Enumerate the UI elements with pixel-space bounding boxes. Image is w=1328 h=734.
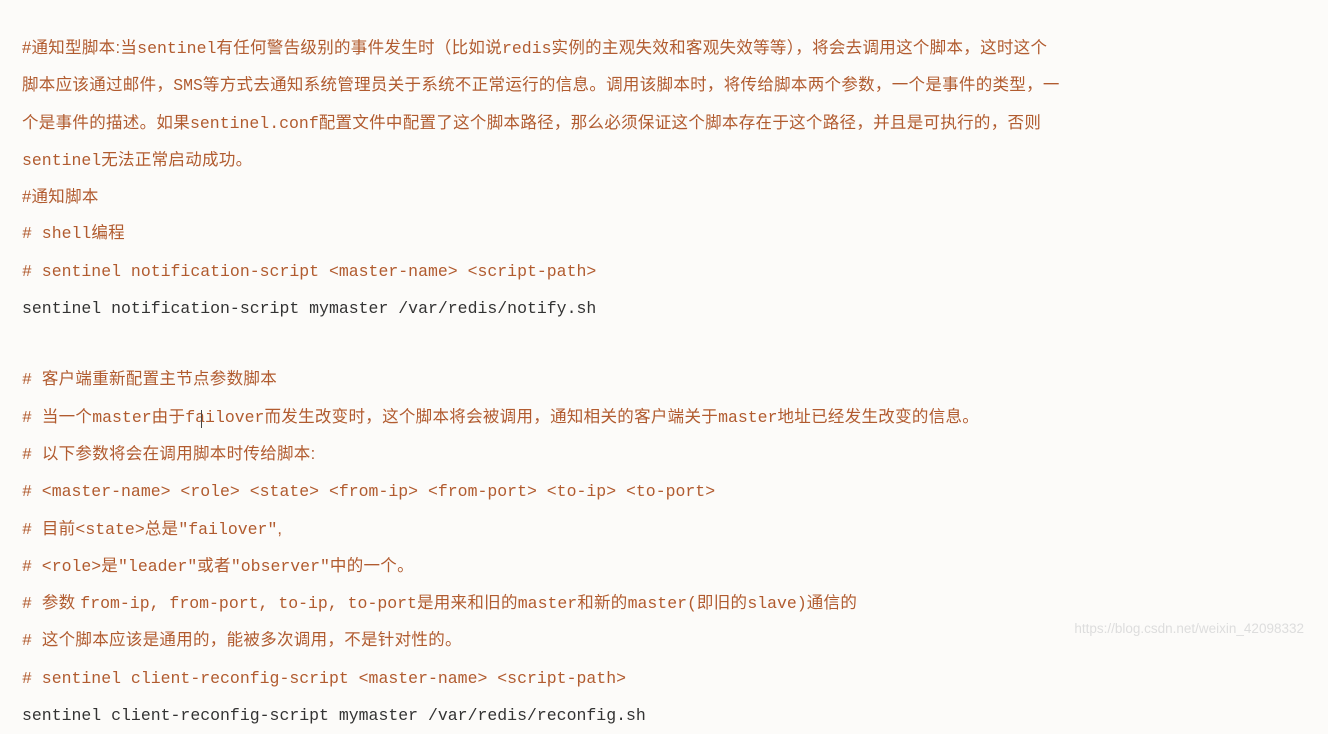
text-segment: #通知脚本: [22, 188, 99, 206]
code-line: sentinel notification-script mymaster /v…: [22, 290, 1306, 327]
text-segment: redis: [502, 39, 552, 58]
text-segment: <state>: [75, 520, 144, 539]
text-segment: 即旧的: [697, 594, 747, 612]
watermark-text: https://blog.csdn.net/weixin_42098332: [1074, 621, 1304, 636]
code-line: # <role>是"leader"或者"observer"中的一个。: [22, 548, 1306, 585]
text-segment: 这个脚本应该是通用的，能被多次调用，不是针对性的。: [42, 631, 462, 649]
text-segment: sentinel client-reconfig-script mymaster…: [22, 706, 646, 725]
text-segment: master: [518, 594, 577, 613]
text-segment: "failover": [178, 520, 277, 539]
text-segment: 是用来和旧的: [417, 594, 518, 612]
text-segment: 是: [101, 557, 118, 575]
code-line: # sentinel notification-script <master-n…: [22, 253, 1306, 290]
text-segment: 个是事件的描述。如果: [22, 114, 190, 132]
text-segment: #: [22, 370, 42, 389]
text-segment: 参数: [42, 594, 80, 612]
text-segment: 客户端重新配置主节点参数脚本: [42, 370, 277, 388]
code-line: #通知脚本: [22, 179, 1306, 215]
text-segment: 以下参数将会在调用脚本时传给脚本:: [42, 445, 316, 463]
text-segment: 实例的主观失效和客观失效等等），将会去调用这个脚本，这时这个: [552, 39, 1048, 57]
text-segment: 目前: [42, 520, 76, 538]
blank-line: [22, 327, 1306, 361]
text-segment: #: [22, 520, 42, 539]
text-segment: #通知型脚本:当: [22, 39, 137, 57]
text-segment: master: [92, 408, 151, 427]
text-segment: #: [22, 445, 42, 464]
text-segment: ,: [277, 520, 282, 538]
text-segment: # <master-name> <role> <state> <from-ip>…: [22, 482, 715, 501]
text-segment: sentinel notification-script mymaster /v…: [22, 299, 596, 318]
text-segment: 而发生改变时，这个脚本将会被调用，通知相关的客户端关于: [264, 408, 718, 426]
code-line: #通知型脚本:当sentinel有任何警告级别的事件发生时（比如说redis实例…: [22, 30, 1306, 67]
text-segment: sentinel.conf: [190, 114, 319, 133]
code-line: sentinel client-reconfig-script mymaster…: [22, 697, 1306, 734]
text-segment: # sentinel notification-script <master-n…: [22, 262, 596, 281]
text-segment: 当一个: [42, 408, 92, 426]
text-segment: sentinel: [137, 39, 216, 58]
text-segment: slave): [747, 594, 806, 613]
code-line: # 客户端重新配置主节点参数脚本: [22, 361, 1306, 398]
text-segment: 由于: [152, 408, 186, 426]
text-segment: 无法正常启动成功。: [101, 151, 252, 169]
text-segment: 总是: [145, 520, 179, 538]
text-segment: 和新的: [577, 594, 627, 612]
text-segment: #: [22, 594, 42, 613]
text-segment: 通信的: [807, 594, 857, 612]
code-line: sentinel无法正常启动成功。: [22, 142, 1306, 179]
text-segment: # <role>: [22, 557, 101, 576]
code-line: # sentinel client-reconfig-script <maste…: [22, 660, 1306, 697]
code-line: # 以下参数将会在调用脚本时传给脚本:: [22, 436, 1306, 473]
text-segment: master: [718, 408, 777, 427]
text-segment: 或者: [197, 557, 231, 575]
text-segment: #: [22, 631, 42, 650]
text-segment: 中的一个。: [330, 557, 414, 575]
code-line: # <master-name> <role> <state> <from-ip>…: [22, 473, 1306, 510]
text-segment: failover: [185, 408, 264, 427]
text-segment: 配置文件中配置了这个脚本路径，那么必须保证这个脚本存在于这个路径，并且是可执行的…: [319, 114, 1041, 132]
text-segment: from-ip, from-port, to-ip, to-port: [80, 594, 417, 613]
code-line: # 目前<state>总是"failover",: [22, 511, 1306, 548]
text-segment: "leader": [118, 557, 197, 576]
text-cursor: [201, 410, 202, 428]
text-segment: # sentinel client-reconfig-script <maste…: [22, 669, 626, 688]
code-line: 脚本应该通过邮件，SMS等方式去通知系统管理员关于系统不正常运行的信息。调用该脚…: [22, 67, 1306, 104]
text-segment: 地址已经发生改变的信息。: [778, 408, 980, 426]
code-line: # shell编程: [22, 215, 1306, 252]
text-segment: SMS: [173, 76, 203, 95]
code-line: # 参数 from-ip, from-port, to-ip, to-port是…: [22, 585, 1306, 622]
text-segment: #: [22, 408, 42, 427]
code-line: # 当一个master由于failover而发生改变时，这个脚本将会被调用，通知…: [22, 399, 1306, 436]
text-segment: "observer": [231, 557, 330, 576]
text-segment: 等方式去通知系统管理员关于系统不正常运行的信息。调用该脚本时，将传给脚本两个参数…: [203, 76, 1060, 94]
text-segment: 编程: [91, 224, 125, 242]
text-segment: 有任何警告级别的事件发生时（比如说: [216, 39, 502, 57]
text-segment: master(: [628, 594, 697, 613]
code-line: 个是事件的描述。如果sentinel.conf配置文件中配置了这个脚本路径，那么…: [22, 105, 1306, 142]
text-segment: sentinel: [22, 151, 101, 170]
text-segment: 脚本应该通过邮件，: [22, 76, 173, 94]
text-segment: # shell: [22, 224, 91, 243]
